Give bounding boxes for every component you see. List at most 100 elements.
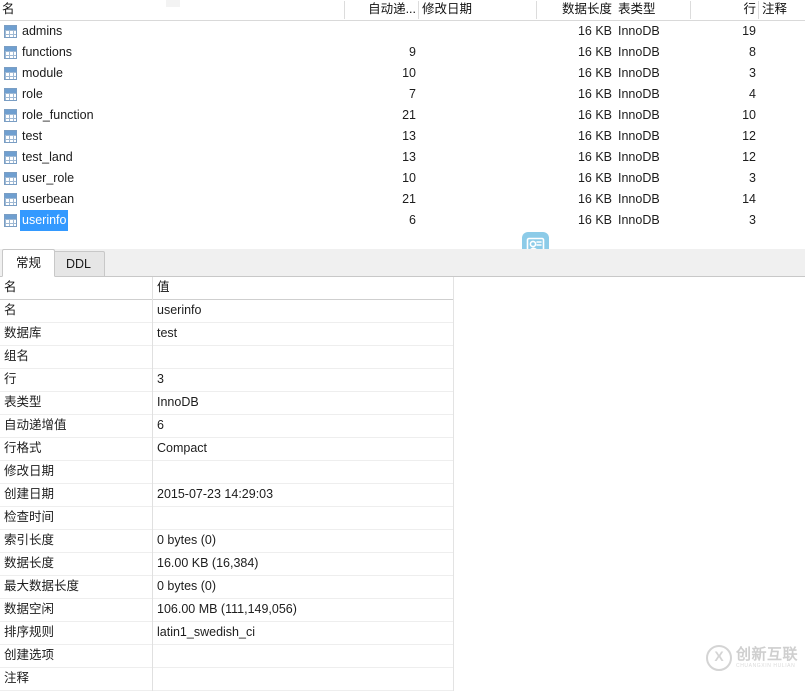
property-value[interactable] — [157, 668, 451, 690]
column-header-auto_inc[interactable]: 自动递... — [348, 0, 416, 20]
property-value[interactable] — [157, 346, 451, 368]
property-table[interactable]: 名 值 名 userinfo 数据库 test 组名行 3 表类型 InnoDB 自动递增值 6 行… — [0, 277, 454, 691]
property-value[interactable]: 0 bytes (0) — [157, 576, 451, 598]
property-value[interactable]: 16.00 KB (16,384) — [157, 553, 451, 575]
cell-auto_inc[interactable]: 13 — [348, 147, 416, 168]
property-row[interactable]: 名 userinfo — [0, 300, 453, 323]
cell-comment[interactable] — [762, 189, 804, 210]
cell-rows[interactable]: 19 — [694, 21, 756, 42]
cell-comment[interactable] — [762, 42, 804, 63]
cell-data_len[interactable]: 16 KB — [540, 42, 612, 63]
cell-data_len[interactable]: 16 KB — [540, 63, 612, 84]
panel-tabstrip[interactable]: 常规 DDL — [0, 249, 805, 277]
cell-rows[interactable]: 10 — [694, 105, 756, 126]
column-header-rows[interactable]: 行 — [694, 0, 756, 20]
property-rows[interactable]: 名 userinfo 数据库 test 组名行 3 表类型 InnoDB 自动递增值 6 行格式 Co… — [0, 300, 453, 691]
column-resize-handle-4[interactable] — [758, 1, 759, 19]
cell-comment[interactable] — [762, 168, 804, 189]
cell-data_len[interactable]: 16 KB — [540, 105, 612, 126]
cell-table_type[interactable]: InnoDB — [618, 168, 686, 189]
cell-comment[interactable] — [762, 147, 804, 168]
cell-comment[interactable] — [762, 126, 804, 147]
table-row[interactable]: userinfo 6 16 KB InnoDB 3 — [0, 210, 805, 231]
property-row[interactable]: 索引长度 0 bytes (0) — [0, 530, 453, 553]
cell-rows[interactable]: 12 — [694, 126, 756, 147]
cell-rows[interactable]: 3 — [694, 168, 756, 189]
property-row[interactable]: 排序规则 latin1_swedish_ci — [0, 622, 453, 645]
property-row[interactable]: 数据库 test — [0, 323, 453, 346]
table-name-cell[interactable]: test — [0, 126, 330, 147]
cell-table_type[interactable]: InnoDB — [618, 189, 686, 210]
property-value[interactable]: 2015-07-23 14:29:03 — [157, 484, 451, 506]
property-row[interactable]: 数据空闲 106.00 MB (111,149,056) — [0, 599, 453, 622]
table-name-cell[interactable]: module — [0, 63, 330, 84]
table-name-cell[interactable]: test_land — [0, 147, 330, 168]
cell-table_type[interactable]: InnoDB — [618, 147, 686, 168]
cell-auto_inc[interactable]: 13 — [348, 126, 416, 147]
cell-modify_date[interactable] — [422, 21, 532, 42]
property-row[interactable]: 检查时间 — [0, 507, 453, 530]
table-row[interactable]: role_function 21 16 KB InnoDB 10 — [0, 105, 805, 126]
property-column-divider[interactable] — [152, 277, 153, 691]
cell-data_len[interactable]: 16 KB — [540, 84, 612, 105]
cell-modify_date[interactable] — [422, 105, 532, 126]
cell-modify_date[interactable] — [422, 63, 532, 84]
cell-auto_inc[interactable]: 10 — [348, 63, 416, 84]
cell-comment[interactable] — [762, 21, 804, 42]
cell-modify_date[interactable] — [422, 210, 532, 231]
cell-rows[interactable]: 4 — [694, 84, 756, 105]
column-header-table_type[interactable]: 表类型 — [618, 0, 686, 20]
table-name-cell[interactable]: admins — [0, 21, 330, 42]
cell-table_type[interactable]: InnoDB — [618, 126, 686, 147]
property-row[interactable]: 表类型 InnoDB — [0, 392, 453, 415]
table-name-cell[interactable]: functions — [0, 42, 330, 63]
table-row[interactable]: role 7 16 KB InnoDB 4 — [0, 84, 805, 105]
tab-ddl[interactable]: DDL — [52, 251, 106, 276]
cell-table_type[interactable]: InnoDB — [618, 42, 686, 63]
cell-table_type[interactable]: InnoDB — [618, 210, 686, 231]
property-value[interactable]: test — [157, 323, 451, 345]
tab-general[interactable]: 常规 — [2, 249, 56, 277]
cell-auto_inc[interactable]: 9 — [348, 42, 416, 63]
cell-auto_inc[interactable] — [348, 21, 416, 42]
table-row[interactable]: test 13 16 KB InnoDB 12 — [0, 126, 805, 147]
cell-data_len[interactable]: 16 KB — [540, 126, 612, 147]
cell-auto_inc[interactable]: 21 — [348, 189, 416, 210]
property-value[interactable] — [157, 461, 451, 483]
property-value[interactable] — [157, 645, 451, 667]
column-resize-handle-2[interactable] — [536, 1, 537, 19]
cell-auto_inc[interactable]: 21 — [348, 105, 416, 126]
cell-table_type[interactable]: InnoDB — [618, 84, 686, 105]
table-name-cell[interactable]: user_role — [0, 168, 330, 189]
cell-comment[interactable] — [762, 63, 804, 84]
table-row[interactable]: user_role 10 16 KB InnoDB 3 — [0, 168, 805, 189]
property-row[interactable]: 行3 — [0, 369, 453, 392]
cell-modify_date[interactable] — [422, 84, 532, 105]
property-value[interactable]: InnoDB — [157, 392, 451, 414]
property-value[interactable]: 106.00 MB (111,149,056) — [157, 599, 451, 621]
cell-auto_inc[interactable]: 6 — [348, 210, 416, 231]
table-list-rows[interactable]: admins 16 KB InnoDB 19 functions 9 16 KB InnoDB… — [0, 21, 805, 231]
column-resize-handle-3[interactable] — [690, 1, 691, 19]
cell-comment[interactable] — [762, 84, 804, 105]
cell-rows[interactable]: 8 — [694, 42, 756, 63]
cell-comment[interactable] — [762, 105, 804, 126]
property-value[interactable]: Compact — [157, 438, 451, 460]
table-row[interactable]: userbean 21 16 KB InnoDB 14 — [0, 189, 805, 210]
table-row[interactable]: module 10 16 KB InnoDB 3 — [0, 63, 805, 84]
table-list-grid[interactable]: 名自动递... 修改日期 数据长度 表类型行注释 admins 16 KB InnoDB 1… — [0, 0, 805, 233]
cell-auto_inc[interactable]: 10 — [348, 168, 416, 189]
table-name-cell[interactable]: role — [0, 84, 330, 105]
property-row[interactable]: 组名 — [0, 346, 453, 369]
table-row[interactable]: functions 9 16 KB InnoDB 8 — [0, 42, 805, 63]
column-resize-handle-0[interactable] — [344, 1, 345, 19]
table-name-cell[interactable]: role_function — [0, 105, 330, 126]
property-row[interactable]: 行格式 Compact — [0, 438, 453, 461]
table-name-cell[interactable]: userbean — [0, 189, 330, 210]
cell-data_len[interactable]: 16 KB — [540, 189, 612, 210]
cell-rows[interactable]: 14 — [694, 189, 756, 210]
cell-data_len[interactable]: 16 KB — [540, 147, 612, 168]
property-row[interactable]: 创建选项 — [0, 645, 453, 668]
cell-data_len[interactable]: 16 KB — [540, 21, 612, 42]
cell-data_len[interactable]: 16 KB — [540, 210, 612, 231]
